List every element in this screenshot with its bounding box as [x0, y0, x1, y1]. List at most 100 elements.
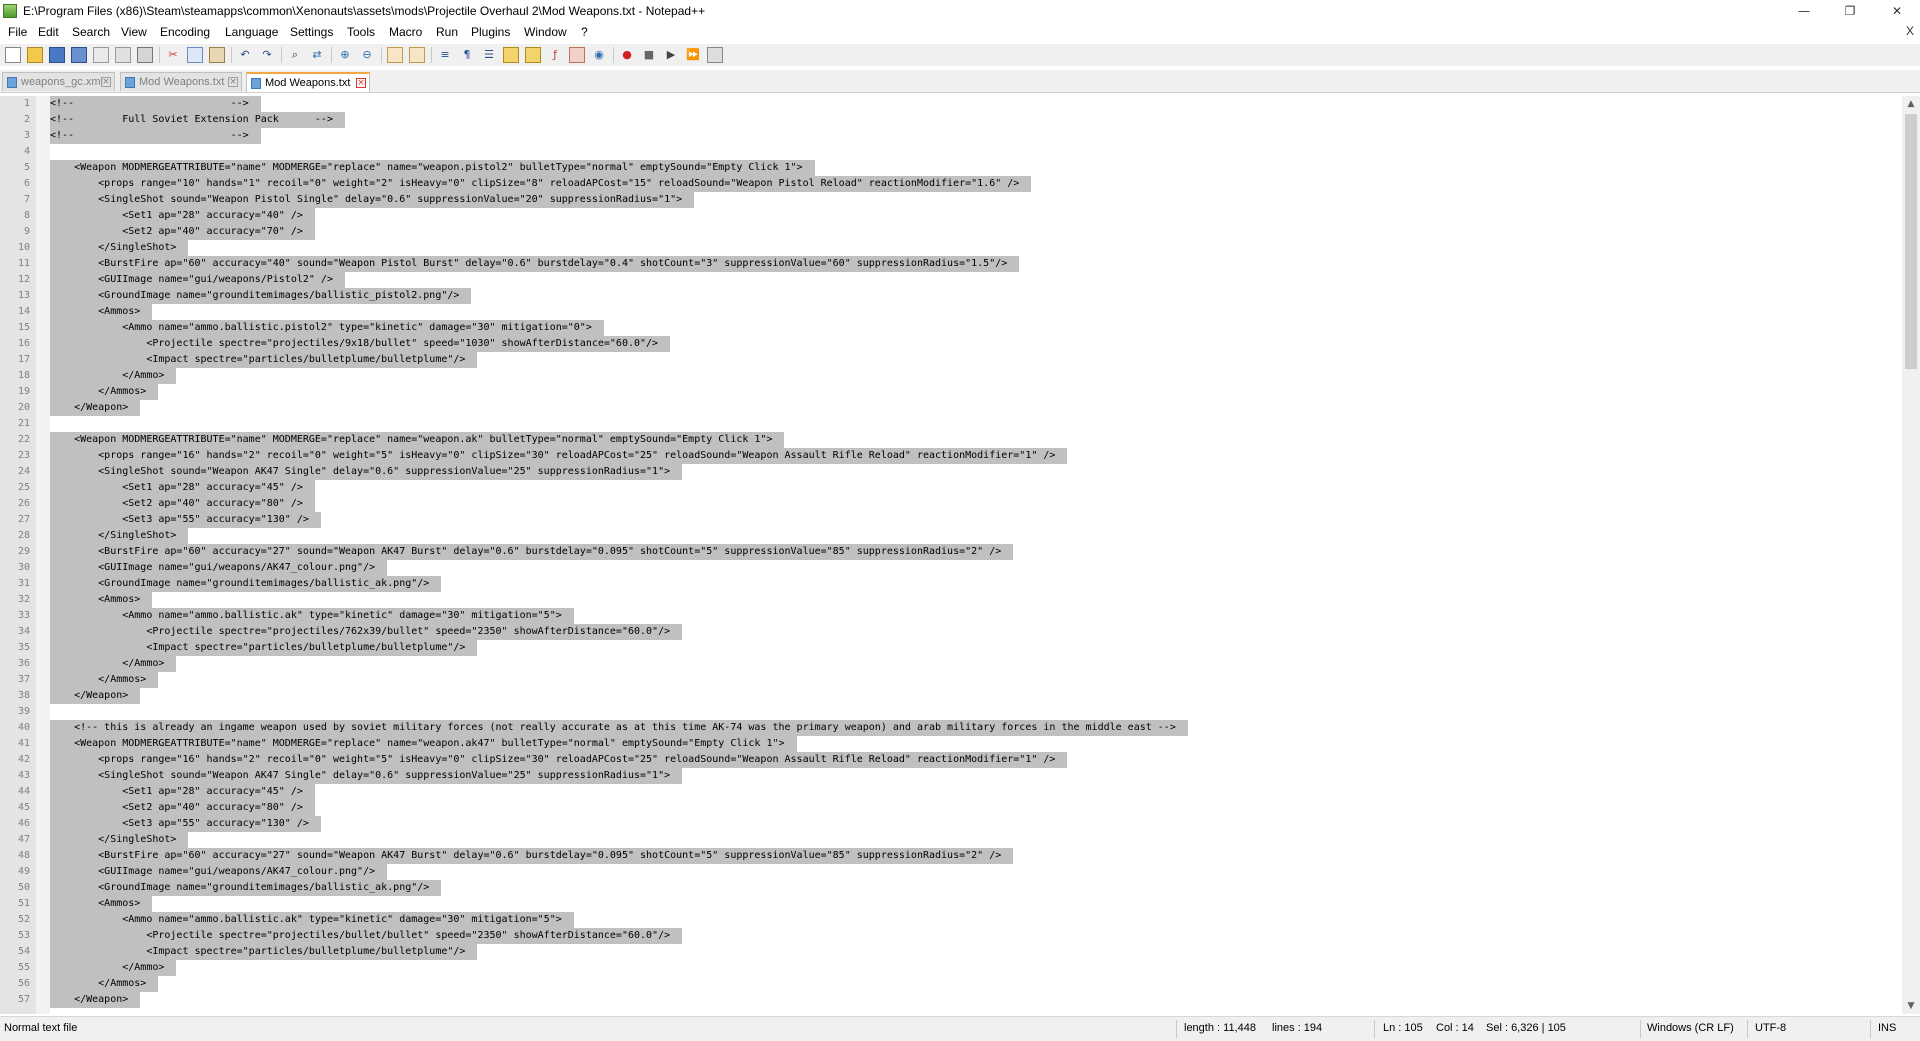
- code-text[interactable]: </Weapon>: [50, 688, 141, 704]
- code-text[interactable]: <SingleShot sound="Weapon AK47 Single" d…: [50, 464, 683, 480]
- editor-line[interactable]: 28 </SingleShot>: [0, 528, 1902, 544]
- editor-line[interactable]: 10 </SingleShot>: [0, 240, 1902, 256]
- editor-line[interactable]: 52 <Ammo name="ammo.ballistic.ak" type="…: [0, 912, 1902, 928]
- editor-line[interactable]: 1 <!-- -->: [0, 96, 1902, 112]
- zoom-out-icon[interactable]: ⊖: [359, 47, 375, 63]
- status-eol[interactable]: Windows (CR LF): [1647, 1022, 1734, 1034]
- editor-line[interactable]: 7 <SingleShot sound="Weapon Pistol Singl…: [0, 192, 1902, 208]
- editor-line[interactable]: 40 <!-- this is already an ingame weapon…: [0, 720, 1902, 736]
- maximize-button[interactable]: ❐: [1827, 0, 1873, 22]
- editor-line[interactable]: 51 <Ammos>: [0, 896, 1902, 912]
- code-text[interactable]: </Ammo>: [50, 368, 177, 384]
- editor-line[interactable]: 4: [0, 144, 1902, 160]
- print-icon[interactable]: [137, 47, 153, 63]
- code-text[interactable]: <GroundImage name="grounditemimages/ball…: [50, 288, 472, 304]
- define-language-icon[interactable]: [503, 47, 519, 63]
- editor-line[interactable]: 37 </Ammos>: [0, 672, 1902, 688]
- editor-line[interactable]: 47 </SingleShot>: [0, 832, 1902, 848]
- editor-line[interactable]: 53 <Projectile spectre="projectiles/bull…: [0, 928, 1902, 944]
- editor-line[interactable]: 54 <Impact spectre="particles/bulletplum…: [0, 944, 1902, 960]
- code-text[interactable]: <!-- this is already an ingame weapon us…: [50, 720, 1188, 736]
- editor-line[interactable]: 56 </Ammos>: [0, 976, 1902, 992]
- word-wrap-icon[interactable]: ≡: [437, 47, 453, 63]
- monitoring-icon[interactable]: ◉: [591, 47, 607, 63]
- editor-line[interactable]: 13 <GroundImage name="grounditemimages/b…: [0, 288, 1902, 304]
- code-text[interactable]: <GUIImage name="gui/weapons/AK47_colour.…: [50, 864, 388, 880]
- code-text[interactable]: <GroundImage name="grounditemimages/ball…: [50, 576, 442, 592]
- text-editor[interactable]: 1 <!-- --> 2 <!-- Full Soviet Extension Pac…: [0, 96, 1902, 1014]
- editor-line[interactable]: 24 <SingleShot sound="Weapon AK47 Single…: [0, 464, 1902, 480]
- editor-line[interactable]: 44 <Set1 ap="28" accuracy="45" />: [0, 784, 1902, 800]
- code-text[interactable]: <Set1 ap="28" accuracy="40" />: [50, 208, 315, 224]
- macro-save-icon[interactable]: [707, 47, 723, 63]
- editor-line[interactable]: 45 <Set2 ap="40" accuracy="80" />: [0, 800, 1902, 816]
- code-text[interactable]: <Weapon MODMERGEATTRIBUTE="name" MODMERG…: [50, 432, 785, 448]
- editor-line[interactable]: 46 <Set3 ap="55" accuracy="130" />: [0, 816, 1902, 832]
- code-text[interactable]: <Projectile spectre="projectiles/bullet/…: [50, 928, 683, 944]
- menu-tools[interactable]: Tools: [347, 25, 375, 39]
- editor-line[interactable]: 38 </Weapon>: [0, 688, 1902, 704]
- editor-line[interactable]: 42 <props range="16" hands="2" recoil="0…: [0, 752, 1902, 768]
- macro-run-multiple-icon[interactable]: ⏩: [685, 47, 701, 63]
- code-text[interactable]: </SingleShot>: [50, 528, 189, 544]
- code-text[interactable]: <BurstFire ap="60" accuracy="40" sound="…: [50, 256, 1020, 272]
- scroll-down-icon[interactable]: ▼: [1902, 998, 1920, 1014]
- editor-line[interactable]: 25 <Set1 ap="28" accuracy="45" />: [0, 480, 1902, 496]
- editor-line[interactable]: 35 <Impact spectre="particles/bulletplum…: [0, 640, 1902, 656]
- code-text[interactable]: <SingleShot sound="Weapon Pistol Single"…: [50, 192, 695, 208]
- editor-line[interactable]: 36 </Ammo>: [0, 656, 1902, 672]
- editor-line[interactable]: 30 <GUIImage name="gui/weapons/AK47_colo…: [0, 560, 1902, 576]
- tab-weapons-gc-xml[interactable]: weapons_gc.xml ×: [2, 72, 115, 91]
- status-encoding[interactable]: UTF-8: [1755, 1022, 1786, 1034]
- code-text[interactable]: <props range="16" hands="2" recoil="0" w…: [50, 448, 1068, 464]
- open-file-icon[interactable]: [27, 47, 43, 63]
- menu-encoding[interactable]: Encoding: [160, 25, 210, 39]
- code-text[interactable]: <Set2 ap="40" accuracy="70" />: [50, 224, 315, 240]
- code-text[interactable]: <Set1 ap="28" accuracy="45" />: [50, 784, 315, 800]
- code-text[interactable]: <!-- -->: [50, 96, 261, 112]
- code-text[interactable]: <GUIImage name="gui/weapons/AK47_colour.…: [50, 560, 388, 576]
- code-text[interactable]: <Impact spectre="particles/bulletplume/b…: [50, 640, 478, 656]
- cut-icon[interactable]: ✂: [165, 47, 181, 63]
- close-window-button[interactable]: ✕: [1874, 0, 1920, 22]
- function-list-icon[interactable]: ƒ: [547, 47, 563, 63]
- menu-run[interactable]: Run: [436, 25, 458, 39]
- close-file-icon[interactable]: [93, 47, 109, 63]
- paste-icon[interactable]: [209, 47, 225, 63]
- code-text[interactable]: <Ammos>: [50, 896, 153, 912]
- code-text[interactable]: <!-- -->: [50, 128, 261, 144]
- code-text[interactable]: <GroundImage name="grounditemimages/ball…: [50, 880, 442, 896]
- code-text[interactable]: <Ammo name="ammo.ballistic.ak" type="kin…: [50, 608, 574, 624]
- code-text[interactable]: </Weapon>: [50, 992, 141, 1008]
- code-text[interactable]: </Ammos>: [50, 976, 159, 992]
- indent-guide-icon[interactable]: ☰: [481, 47, 497, 63]
- editor-line[interactable]: 48 <BurstFire ap="60" accuracy="27" soun…: [0, 848, 1902, 864]
- editor-line[interactable]: 41 <Weapon MODMERGEATTRIBUTE="name" MODM…: [0, 736, 1902, 752]
- code-text[interactable]: <Ammos>: [50, 592, 153, 608]
- editor-line[interactable]: 39: [0, 704, 1902, 720]
- code-text[interactable]: </Ammos>: [50, 384, 159, 400]
- code-text[interactable]: <Projectile spectre="projectiles/762x39/…: [50, 624, 683, 640]
- macro-play-icon[interactable]: ▶: [663, 47, 679, 63]
- code-text[interactable]: <Set3 ap="55" accuracy="130" />: [50, 816, 321, 832]
- editor-line[interactable]: 50 <GroundImage name="grounditemimages/b…: [0, 880, 1902, 896]
- tab-mod-weapons-1[interactable]: Mod Weapons.txt ×: [120, 72, 242, 91]
- close-all-icon[interactable]: [115, 47, 131, 63]
- editor-line[interactable]: 31 <GroundImage name="grounditemimages/b…: [0, 576, 1902, 592]
- menu-settings[interactable]: Settings: [290, 25, 333, 39]
- code-text[interactable]: <BurstFire ap="60" accuracy="27" sound="…: [50, 848, 1014, 864]
- menu-view[interactable]: View: [121, 25, 147, 39]
- code-text[interactable]: <Projectile spectre="projectiles/9x18/bu…: [50, 336, 671, 352]
- editor-line[interactable]: 12 <GUIImage name="gui/weapons/Pistol2" …: [0, 272, 1902, 288]
- menu-edit[interactable]: Edit: [38, 25, 59, 39]
- folder-as-workspace-icon[interactable]: [569, 47, 585, 63]
- scrollbar-thumb[interactable]: [1905, 114, 1917, 369]
- editor-line[interactable]: 17 <Impact spectre="particles/bulletplum…: [0, 352, 1902, 368]
- status-insert-mode[interactable]: INS: [1878, 1022, 1896, 1034]
- editor-line[interactable]: 26 <Set2 ap="40" accuracy="80" />: [0, 496, 1902, 512]
- code-text[interactable]: <Weapon MODMERGEATTRIBUTE="name" MODMERG…: [50, 160, 815, 176]
- code-text[interactable]: <Ammos>: [50, 304, 153, 320]
- save-icon[interactable]: [49, 47, 65, 63]
- find-icon[interactable]: ⌕: [287, 47, 303, 63]
- code-text[interactable]: </Ammo>: [50, 656, 177, 672]
